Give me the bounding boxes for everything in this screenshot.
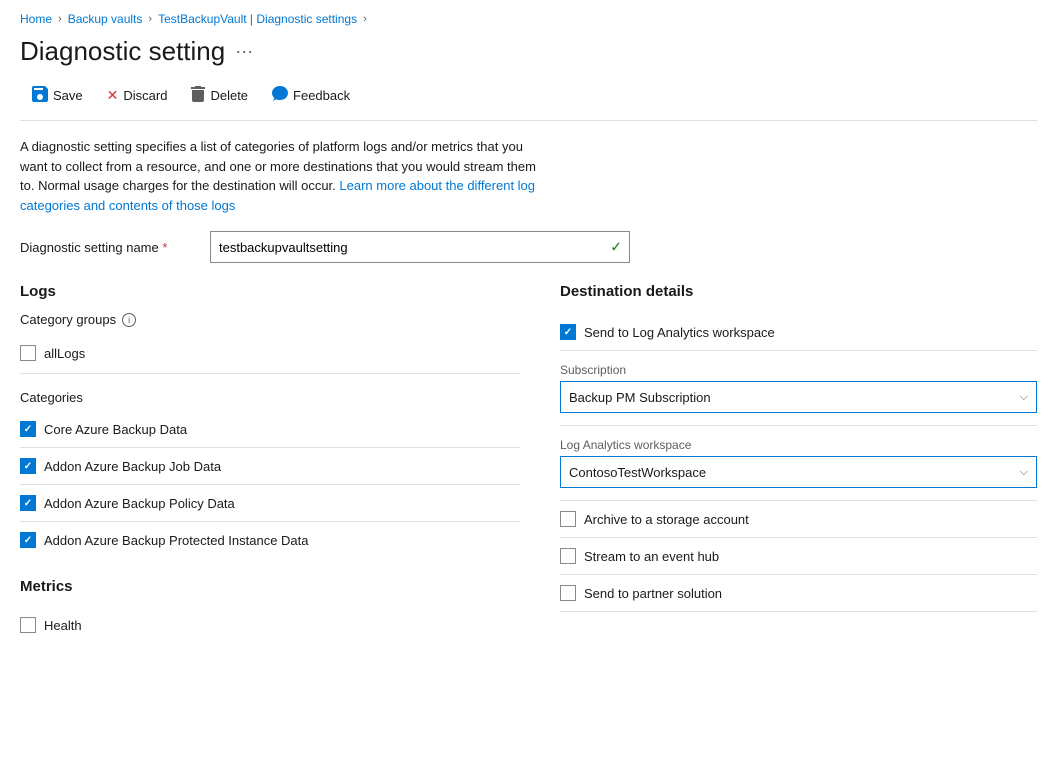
archive-storage-row: Archive to a storage account (560, 501, 1037, 538)
breadcrumb-home[interactable]: Home (20, 12, 52, 26)
category-label-0: Core Azure Backup Data (44, 422, 187, 437)
category-checkbox-0[interactable] (20, 421, 36, 437)
delete-icon (191, 86, 205, 105)
description: A diagnostic setting specifies a list of… (20, 137, 540, 215)
subscription-dropdown-arrow: ⌵ (1020, 391, 1028, 404)
category-row-1: Addon Azure Backup Job Data (20, 448, 520, 485)
category-row-0: Core Azure Backup Data (20, 411, 520, 448)
category-label-3: Addon Azure Backup Protected Instance Da… (44, 533, 309, 548)
category-checkbox-2[interactable] (20, 495, 36, 511)
right-panel: Destination details Send to Log Analytic… (560, 283, 1037, 643)
subscription-dropdown[interactable]: Backup PM Subscription ⌵ (560, 381, 1037, 413)
category-label-2: Addon Azure Backup Policy Data (44, 496, 235, 511)
workspace-value: ContosoTestWorkspace (569, 465, 706, 480)
all-logs-label: allLogs (44, 346, 85, 361)
discard-label: Discard (123, 88, 167, 103)
breadcrumb: Home › Backup vaults › TestBackupVault |… (20, 12, 1037, 26)
setting-name-input[interactable] (210, 231, 630, 263)
category-groups-label: Category groups i (20, 312, 520, 327)
log-analytics-checkbox[interactable] (560, 324, 576, 340)
save-label: Save (53, 88, 83, 103)
partner-solution-checkbox[interactable] (560, 585, 576, 601)
archive-storage-label: Archive to a storage account (584, 512, 749, 527)
left-panel: Logs Category groups i allLogs Categorie… (20, 283, 520, 643)
category-label-1: Addon Azure Backup Job Data (44, 459, 221, 474)
more-options-icon[interactable]: ··· (235, 41, 253, 62)
feedback-label: Feedback (293, 88, 350, 103)
event-hub-label: Stream to an event hub (584, 549, 719, 564)
delete-label: Delete (210, 88, 248, 103)
category-row-3: Addon Azure Backup Protected Instance Da… (20, 522, 520, 558)
log-analytics-row: Send to Log Analytics workspace (560, 314, 1037, 351)
categories-section: Categories Core Azure Backup Data Addon … (20, 390, 520, 558)
workspace-section: Log Analytics workspace ContosoTestWorks… (560, 426, 1037, 501)
event-hub-checkbox[interactable] (560, 548, 576, 564)
setting-name-input-wrapper: ✓ (210, 231, 630, 263)
metrics-checkbox-0[interactable] (20, 617, 36, 633)
metrics-section: Metrics Health (20, 578, 520, 643)
metrics-section-title: Metrics (20, 578, 520, 595)
all-logs-checkbox[interactable] (20, 345, 36, 361)
breadcrumb-vault-diagnostic[interactable]: TestBackupVault | Diagnostic settings (158, 12, 357, 26)
logs-section-title: Logs (20, 283, 520, 300)
diagnostic-setting-name-field: Diagnostic setting name * ✓ (20, 231, 1037, 263)
breadcrumb-backup-vaults[interactable]: Backup vaults (68, 12, 143, 26)
page-title: Diagnostic setting (20, 36, 225, 67)
destination-title: Destination details (560, 283, 1037, 300)
log-analytics-label: Send to Log Analytics workspace (584, 325, 775, 340)
subscription-section: Subscription Backup PM Subscription ⌵ (560, 351, 1037, 426)
workspace-field-label: Log Analytics workspace (560, 438, 1037, 452)
metrics-row-0: Health (20, 607, 520, 643)
page-title-container: Diagnostic setting ··· (20, 36, 1037, 67)
metrics-label-0: Health (44, 618, 82, 633)
logs-divider (20, 373, 520, 374)
setting-name-label: Diagnostic setting name * (20, 240, 200, 255)
all-logs-row: allLogs (20, 337, 520, 369)
category-row-2: Addon Azure Backup Policy Data (20, 485, 520, 522)
category-checkbox-1[interactable] (20, 458, 36, 474)
subscription-field-label: Subscription (560, 363, 1037, 377)
delete-button[interactable]: Delete (179, 81, 260, 110)
workspace-dropdown[interactable]: ContosoTestWorkspace ⌵ (560, 456, 1037, 488)
toolbar: Save ✕ Discard Delete Feedback (20, 81, 1037, 121)
main-content: Logs Category groups i allLogs Categorie… (20, 283, 1037, 643)
category-checkbox-3[interactable] (20, 532, 36, 548)
event-hub-row: Stream to an event hub (560, 538, 1037, 575)
partner-solution-label: Send to partner solution (584, 586, 722, 601)
discard-icon: ✕ (107, 87, 119, 104)
feedback-icon (272, 86, 288, 105)
input-valid-icon: ✓ (610, 239, 622, 256)
feedback-button[interactable]: Feedback (260, 81, 362, 110)
workspace-dropdown-arrow: ⌵ (1020, 466, 1028, 479)
logs-section: Logs Category groups i allLogs Categorie… (20, 283, 520, 558)
category-groups-info-icon[interactable]: i (122, 313, 136, 327)
subscription-value: Backup PM Subscription (569, 390, 711, 405)
save-icon (32, 86, 48, 105)
save-button[interactable]: Save (20, 81, 95, 110)
categories-title: Categories (20, 390, 520, 405)
archive-storage-checkbox[interactable] (560, 511, 576, 527)
discard-button[interactable]: ✕ Discard (95, 82, 180, 109)
partner-solution-row: Send to partner solution (560, 575, 1037, 612)
